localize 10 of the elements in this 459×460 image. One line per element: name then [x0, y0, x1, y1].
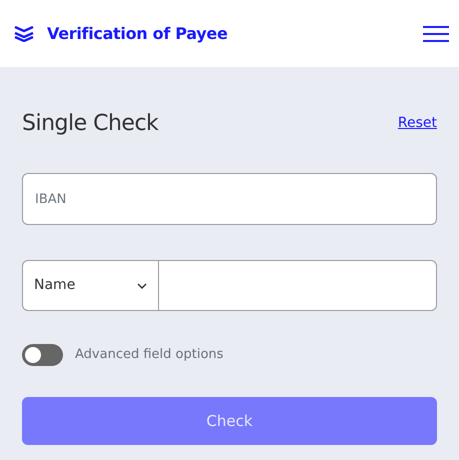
reset-link[interactable]: Reset: [398, 113, 437, 134]
app-title: Verification of Payee: [47, 22, 228, 44]
toggle-label: Advanced field options: [75, 346, 224, 364]
toggle-switch[interactable]: [22, 344, 63, 366]
iban-field[interactable]: IBAN: [22, 173, 437, 225]
layers-chevron-icon: [14, 25, 34, 42]
name-select[interactable]: Name: [23, 261, 159, 310]
menu-icon[interactable]: [423, 24, 449, 44]
chevron-down-icon: [137, 282, 147, 288]
form-title: Single Check: [22, 110, 158, 138]
